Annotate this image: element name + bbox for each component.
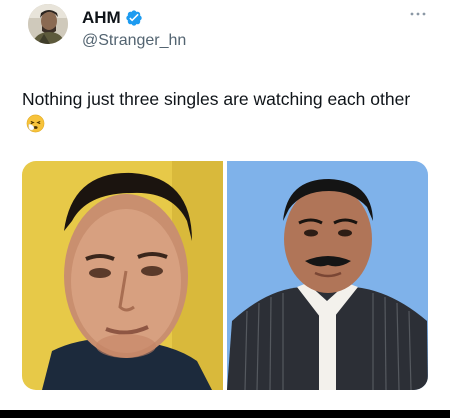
photo-1-image <box>22 161 223 390</box>
author-handle[interactable]: @Stranger_hn <box>82 31 186 51</box>
author-display-name[interactable]: AHM <box>82 8 121 28</box>
verified-badge-icon <box>126 10 142 26</box>
tweet-text-content: Nothing just three singles are watching … <box>22 89 411 109</box>
photo-2-image <box>227 161 428 390</box>
media-photo-1[interactable] <box>22 161 223 390</box>
author-name-row[interactable]: AHM <box>82 8 143 28</box>
tweet-card[interactable]: AHM @Stranger_hn Nothing just three sing… <box>0 0 450 418</box>
more-options-icon[interactable] <box>409 10 427 18</box>
avatar-image <box>28 4 68 44</box>
tweet-text: Nothing just three singles are watching … <box>22 87 422 137</box>
sneezing-face-emoji-icon <box>26 114 45 133</box>
bottom-divider <box>0 410 450 418</box>
media-photo-2[interactable] <box>227 161 428 390</box>
media-grid[interactable] <box>22 161 428 390</box>
avatar[interactable] <box>28 4 68 44</box>
